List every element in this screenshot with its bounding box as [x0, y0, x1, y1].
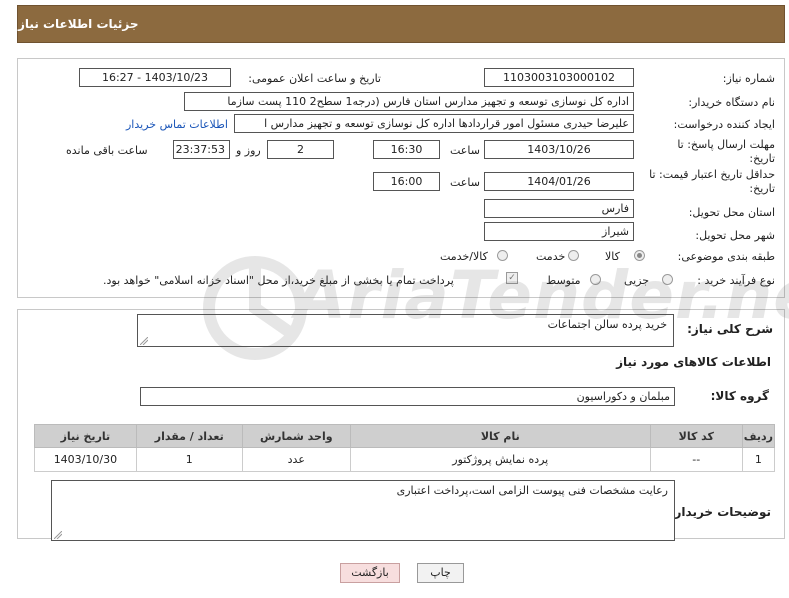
price-validity-label: حداقل تاریخ اعتبار قیمت: تا — [649, 168, 775, 181]
category-goods-service-radio[interactable] — [497, 250, 508, 261]
city-field: شیراز — [484, 222, 634, 241]
col-name-header: نام کالا — [349, 424, 651, 448]
requester-field: علیرضا حیدری مسئول امور قراردادها اداره … — [234, 114, 634, 133]
category-label: طبقه بندی موضوعی: — [677, 250, 775, 263]
table-row: 1 -- پرده نمایش پروژکتور عدد 1 1403/10/3… — [34, 447, 776, 472]
page-header: جزئیات اطلاعات نیاز — [17, 5, 785, 43]
validity-time-field: 16:00 — [373, 172, 440, 191]
price-validity-label-2: تاریخ: — [749, 182, 775, 195]
col-row-header: ردیف — [741, 424, 776, 448]
treasury-payment-note: پرداخت تمام یا بخشی از مبلغ خرید،از محل … — [103, 274, 454, 287]
col-code-header: کد کالا — [649, 424, 743, 448]
goods-group-label: گروه کالا: — [710, 389, 769, 403]
cell-date: 1403/10/30 — [34, 447, 137, 472]
goods-table: ردیف کد کالا نام کالا واحد شمارش تعداد /… — [34, 424, 776, 472]
process-medium-radio[interactable] — [590, 274, 601, 285]
reply-date-field: 1403/10/26 — [484, 140, 634, 159]
remaining-time-field: 23:37:53 — [173, 140, 230, 159]
buyer-org-label: نام دستگاه خریدار: — [688, 96, 775, 109]
cell-name: پرده نمایش پروژکتور — [349, 447, 651, 472]
table-header-row: ردیف کد کالا نام کالا واحد شمارش تعداد /… — [34, 424, 776, 448]
reply-time-field: 16:30 — [373, 140, 440, 159]
need-description-field: خرید پرده سالن اجتماعات — [137, 314, 674, 347]
need-number-label: شماره نیاز: — [722, 72, 775, 85]
days-label: روز و — [236, 144, 261, 157]
col-unit-header: واحد شمارش — [241, 424, 351, 448]
goods-group-field: مبلمان و دکوراسیون — [140, 387, 675, 406]
buyer-org-field: اداره کل نوسازی توسعه و تجهیز مدارس استا… — [184, 92, 634, 111]
need-number-field: 1103003103000102 — [484, 68, 634, 87]
days-field: 2 — [267, 140, 334, 159]
province-field: فارس — [484, 199, 634, 218]
category-goods-service-label: کالا/خدمت — [440, 250, 488, 263]
validity-time-label: ساعت — [450, 176, 480, 189]
process-minor-radio[interactable] — [662, 274, 673, 285]
page-title: جزئیات اطلاعات نیاز — [18, 17, 139, 31]
cell-row: 1 — [741, 447, 776, 472]
resize-grip-icon — [140, 337, 148, 345]
announce-datetime-label: تاریخ و ساعت اعلان عمومی: — [248, 72, 381, 85]
province-label: استان محل تحویل: — [688, 206, 775, 219]
validity-date-field: 1404/01/26 — [484, 172, 634, 191]
city-label: شهر محل تحویل: — [695, 229, 775, 242]
requester-label: ایجاد کننده درخواست: — [673, 118, 775, 131]
reply-deadline-label: مهلت ارسال پاسخ: تا — [677, 138, 775, 151]
reply-deadline-label-2: تاریخ: — [749, 152, 775, 165]
remaining-time-label: ساعت باقی مانده — [66, 144, 148, 157]
col-qty-header: تعداد / مقدار — [135, 424, 243, 448]
announce-datetime-field: 1403/10/23 - 16:27 — [79, 68, 231, 87]
process-label: نوع فرآیند خرید : — [697, 274, 775, 287]
category-service-label: خدمت — [536, 250, 566, 263]
cell-qty: 1 — [135, 447, 243, 472]
goods-info-title: اطلاعات کالاهای مورد نیاز — [616, 355, 771, 369]
reply-time-label: ساعت — [450, 144, 480, 157]
back-button[interactable]: بازگشت — [340, 563, 400, 583]
buyer-notes-field: رعایت مشخصات فنی پیوست الزامی است،پرداخت… — [51, 480, 675, 541]
category-goods-radio[interactable] — [634, 250, 645, 261]
buyer-notes-text: رعایت مشخصات فنی پیوست الزامی است،پرداخت… — [396, 484, 668, 497]
process-minor-label: جزیی — [624, 274, 650, 287]
print-button[interactable]: چاپ — [417, 563, 464, 583]
resize-grip-icon — [54, 531, 62, 539]
col-date-header: تاریخ نیاز — [34, 424, 137, 448]
category-goods-label: کالا — [605, 250, 620, 263]
need-description-text: خرید پرده سالن اجتماعات — [547, 318, 667, 331]
process-medium-label: متوسط — [546, 274, 581, 287]
cell-code: -- — [649, 447, 743, 472]
buyer-contact-link[interactable]: اطلاعات تماس خریدار — [126, 118, 228, 131]
buyer-notes-label: توضیحات خریدار: — [669, 505, 771, 519]
cell-unit: عدد — [241, 447, 351, 472]
need-description-label: شرح کلی نیاز: — [687, 322, 773, 336]
category-service-radio[interactable] — [568, 250, 579, 261]
treasury-payment-checkbox[interactable]: ✓ — [506, 272, 518, 284]
